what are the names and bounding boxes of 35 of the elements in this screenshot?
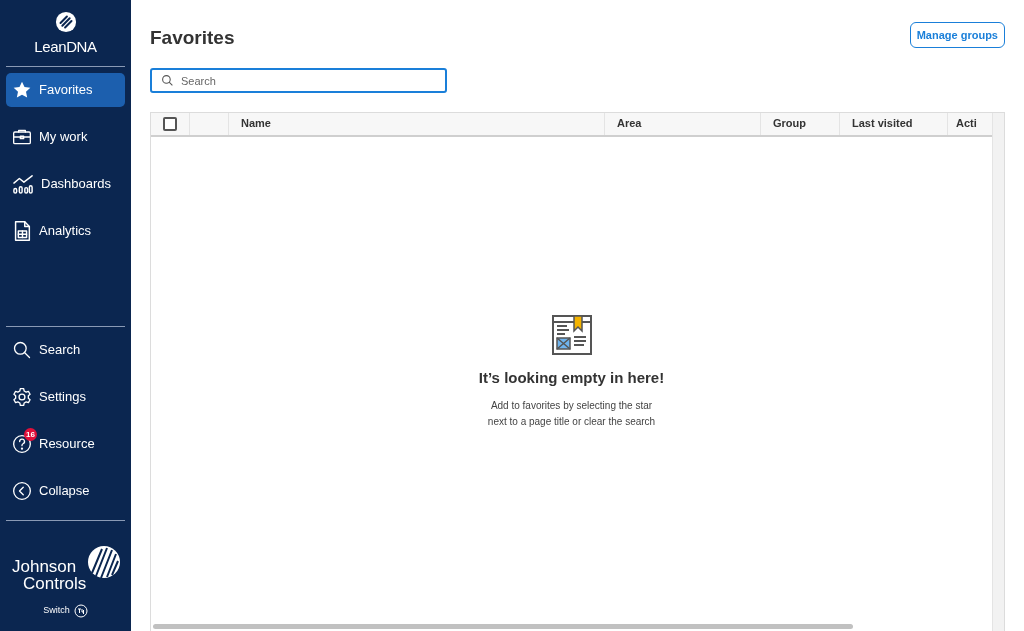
empty-state-title: It’s looking empty in here! (478, 368, 665, 388)
notification-badge: 16 (24, 428, 37, 441)
select-all-checkbox[interactable] (163, 116, 177, 131)
brand-name: LeanDNA (34, 37, 97, 57)
empty-state-message: Add to favorites by selecting the star next to a page title or clear the search (486, 398, 657, 429)
nav-item[interactable]: Settings (6, 380, 125, 414)
nav-item[interactable]: Dashboards (6, 166, 125, 201)
nav-item[interactable]: My work (6, 119, 125, 154)
nav-item[interactable]: Search (6, 333, 125, 367)
column-header[interactable]: Area (617, 115, 642, 132)
empty-document-icon (551, 315, 592, 355)
nav-item[interactable]: Favorites (6, 72, 125, 107)
chevron-left-icon (12, 481, 32, 501)
vertical-scrollbar[interactable] (992, 112, 1004, 631)
settings-icon (12, 387, 32, 407)
document-icon (12, 219, 32, 242)
chart-icon (12, 173, 34, 194)
column-header[interactable]: Group (773, 115, 806, 132)
manage-groups-button[interactable]: Manage groups (909, 22, 1005, 48)
nav-item[interactable]: Resource 16 (6, 427, 125, 461)
logo-icon (54, 11, 77, 33)
switch-button[interactable]: Switch (43, 604, 70, 618)
search-field[interactable]: Search (150, 68, 447, 93)
page-title: Favorites (150, 26, 235, 50)
column-header[interactable]: Name (241, 115, 271, 132)
company-logo-text: Johnson (12, 558, 78, 575)
swirl-logo-icon (87, 545, 122, 579)
search-icon (12, 340, 32, 360)
switch-icon (73, 604, 88, 618)
search-icon (161, 73, 174, 87)
company-logo-text: Controls (22, 575, 87, 592)
nav-item[interactable]: Analytics (6, 213, 125, 248)
column-header[interactable]: Last visited (852, 115, 913, 132)
nav-item[interactable]: Collapse (6, 474, 125, 508)
column-header[interactable]: Acti (956, 115, 977, 132)
